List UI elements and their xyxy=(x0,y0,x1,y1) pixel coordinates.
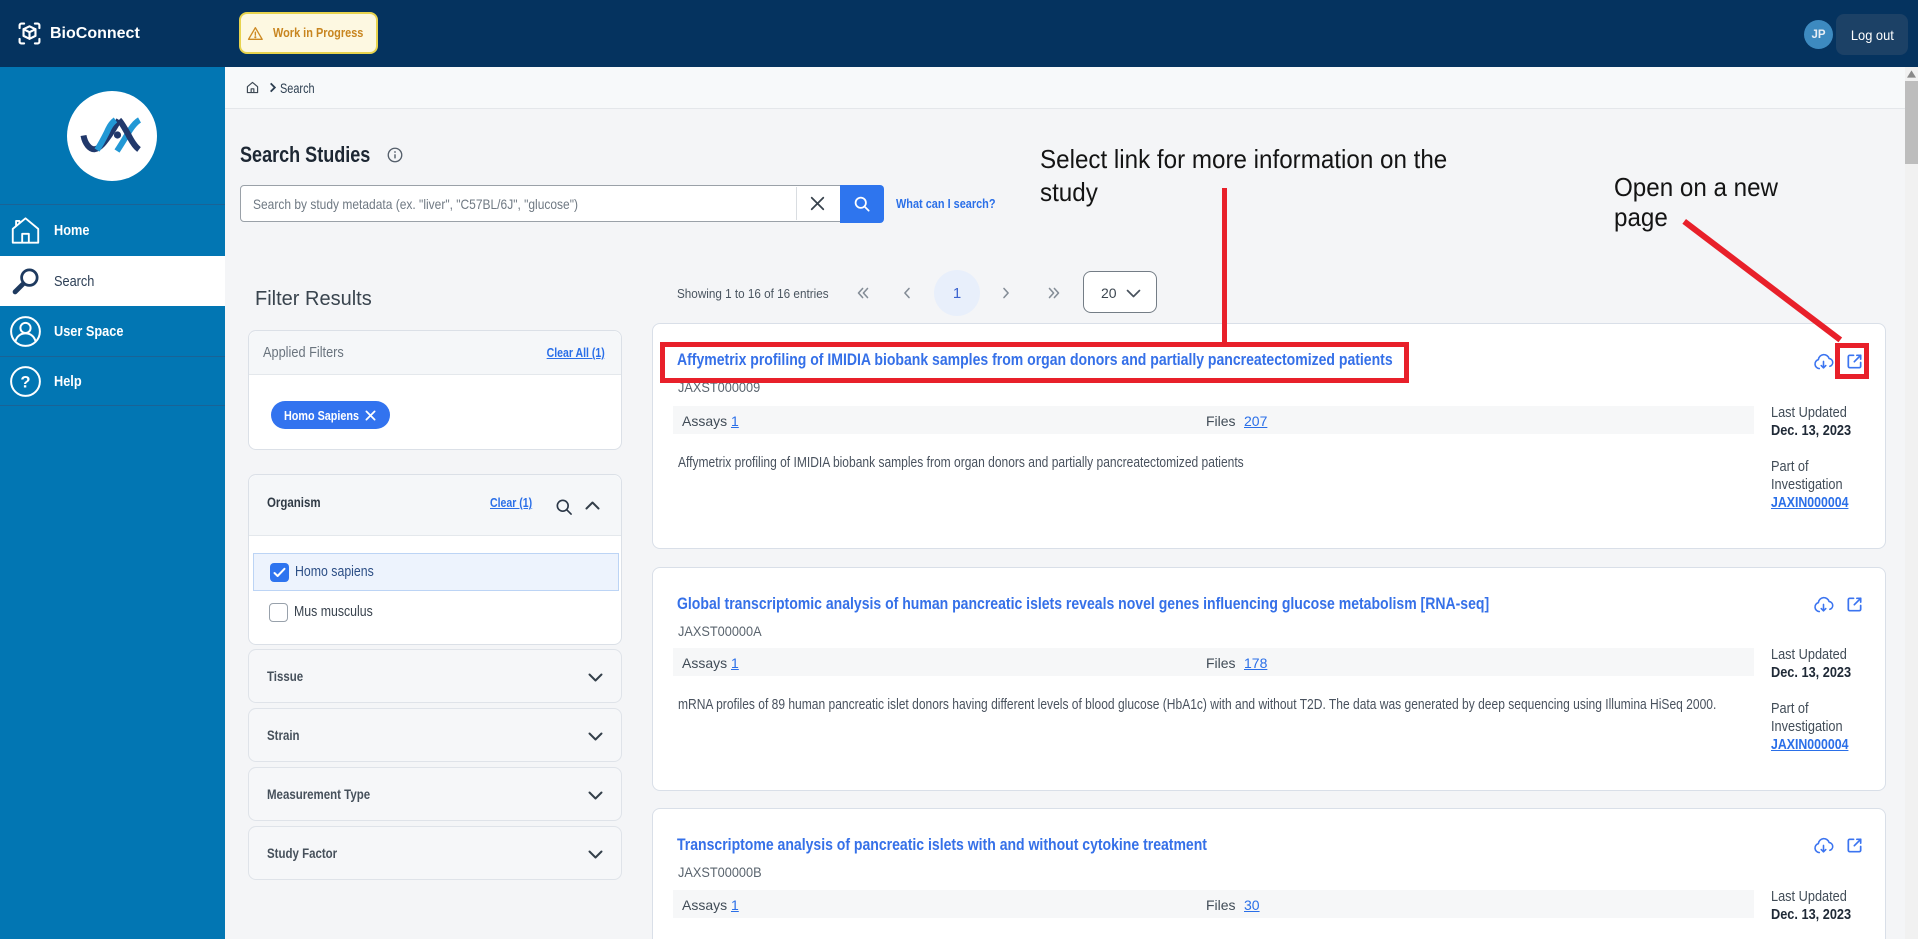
svg-text:?: ? xyxy=(20,372,30,391)
